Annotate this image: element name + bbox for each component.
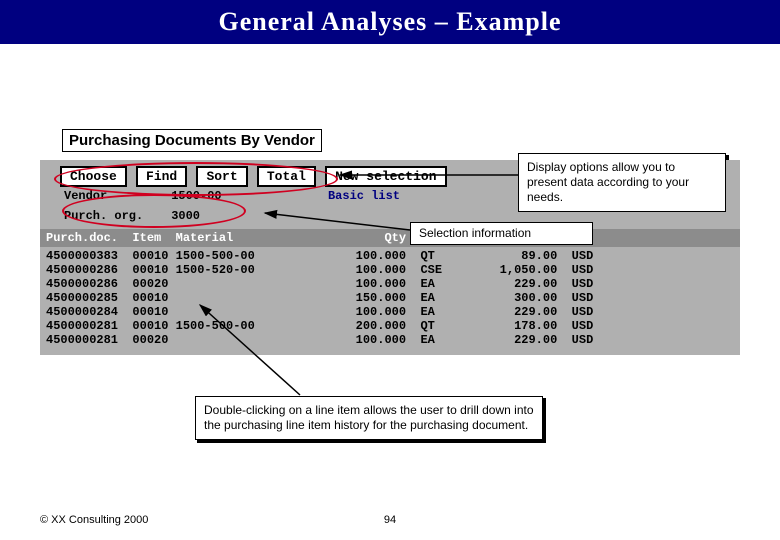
table-row[interactable]: 4500000281 00010 1500-500-00 200.000 QT … <box>46 319 734 333</box>
selection-row-purch-org: Purch. org. 3000 <box>40 209 740 229</box>
vendor-value: 1500-00 <box>171 189 271 203</box>
purch-org-value: 3000 <box>171 209 271 223</box>
vendor-label: Vendor <box>64 189 164 203</box>
section-heading: Purchasing Documents By Vendor <box>62 132 322 149</box>
table-row[interactable]: 4500000281 00020 100.000 EA 229.00 USD <box>46 333 734 347</box>
new-selection-button[interactable]: New selection <box>325 166 446 187</box>
footer-page-number: 94 <box>0 514 780 526</box>
grid-body: 4500000383 00010 1500-500-00 100.000 QT … <box>40 247 740 355</box>
slide-title: General Analyses – Example <box>0 0 780 44</box>
grid-header: Purch.doc. Item Material Qty Uo.M Net.Va… <box>40 229 740 247</box>
find-button[interactable]: Find <box>136 166 187 187</box>
table-row[interactable]: 4500000285 00010 150.000 EA 300.00 USD <box>46 291 734 305</box>
table-row[interactable]: 4500000284 00010 100.000 EA 229.00 USD <box>46 305 734 319</box>
sort-button[interactable]: Sort <box>196 166 247 187</box>
callout-selection-info: Selection information <box>410 222 593 245</box>
purch-org-label: Purch. org. <box>64 209 164 223</box>
basic-list-label: Basic list <box>328 189 400 203</box>
table-row[interactable]: 4500000286 00010 1500-520-00 100.000 CSE… <box>46 263 734 277</box>
callout-drill-down: Double-clicking on a line item allows th… <box>195 396 543 440</box>
table-row[interactable]: 4500000383 00010 1500-500-00 100.000 QT … <box>46 249 734 263</box>
choose-button[interactable]: Choose <box>60 166 127 187</box>
total-button[interactable]: Total <box>257 166 316 187</box>
callout-display-options: Display options allow you to present dat… <box>518 153 726 212</box>
table-row[interactable]: 4500000286 00020 100.000 EA 229.00 USD <box>46 277 734 291</box>
